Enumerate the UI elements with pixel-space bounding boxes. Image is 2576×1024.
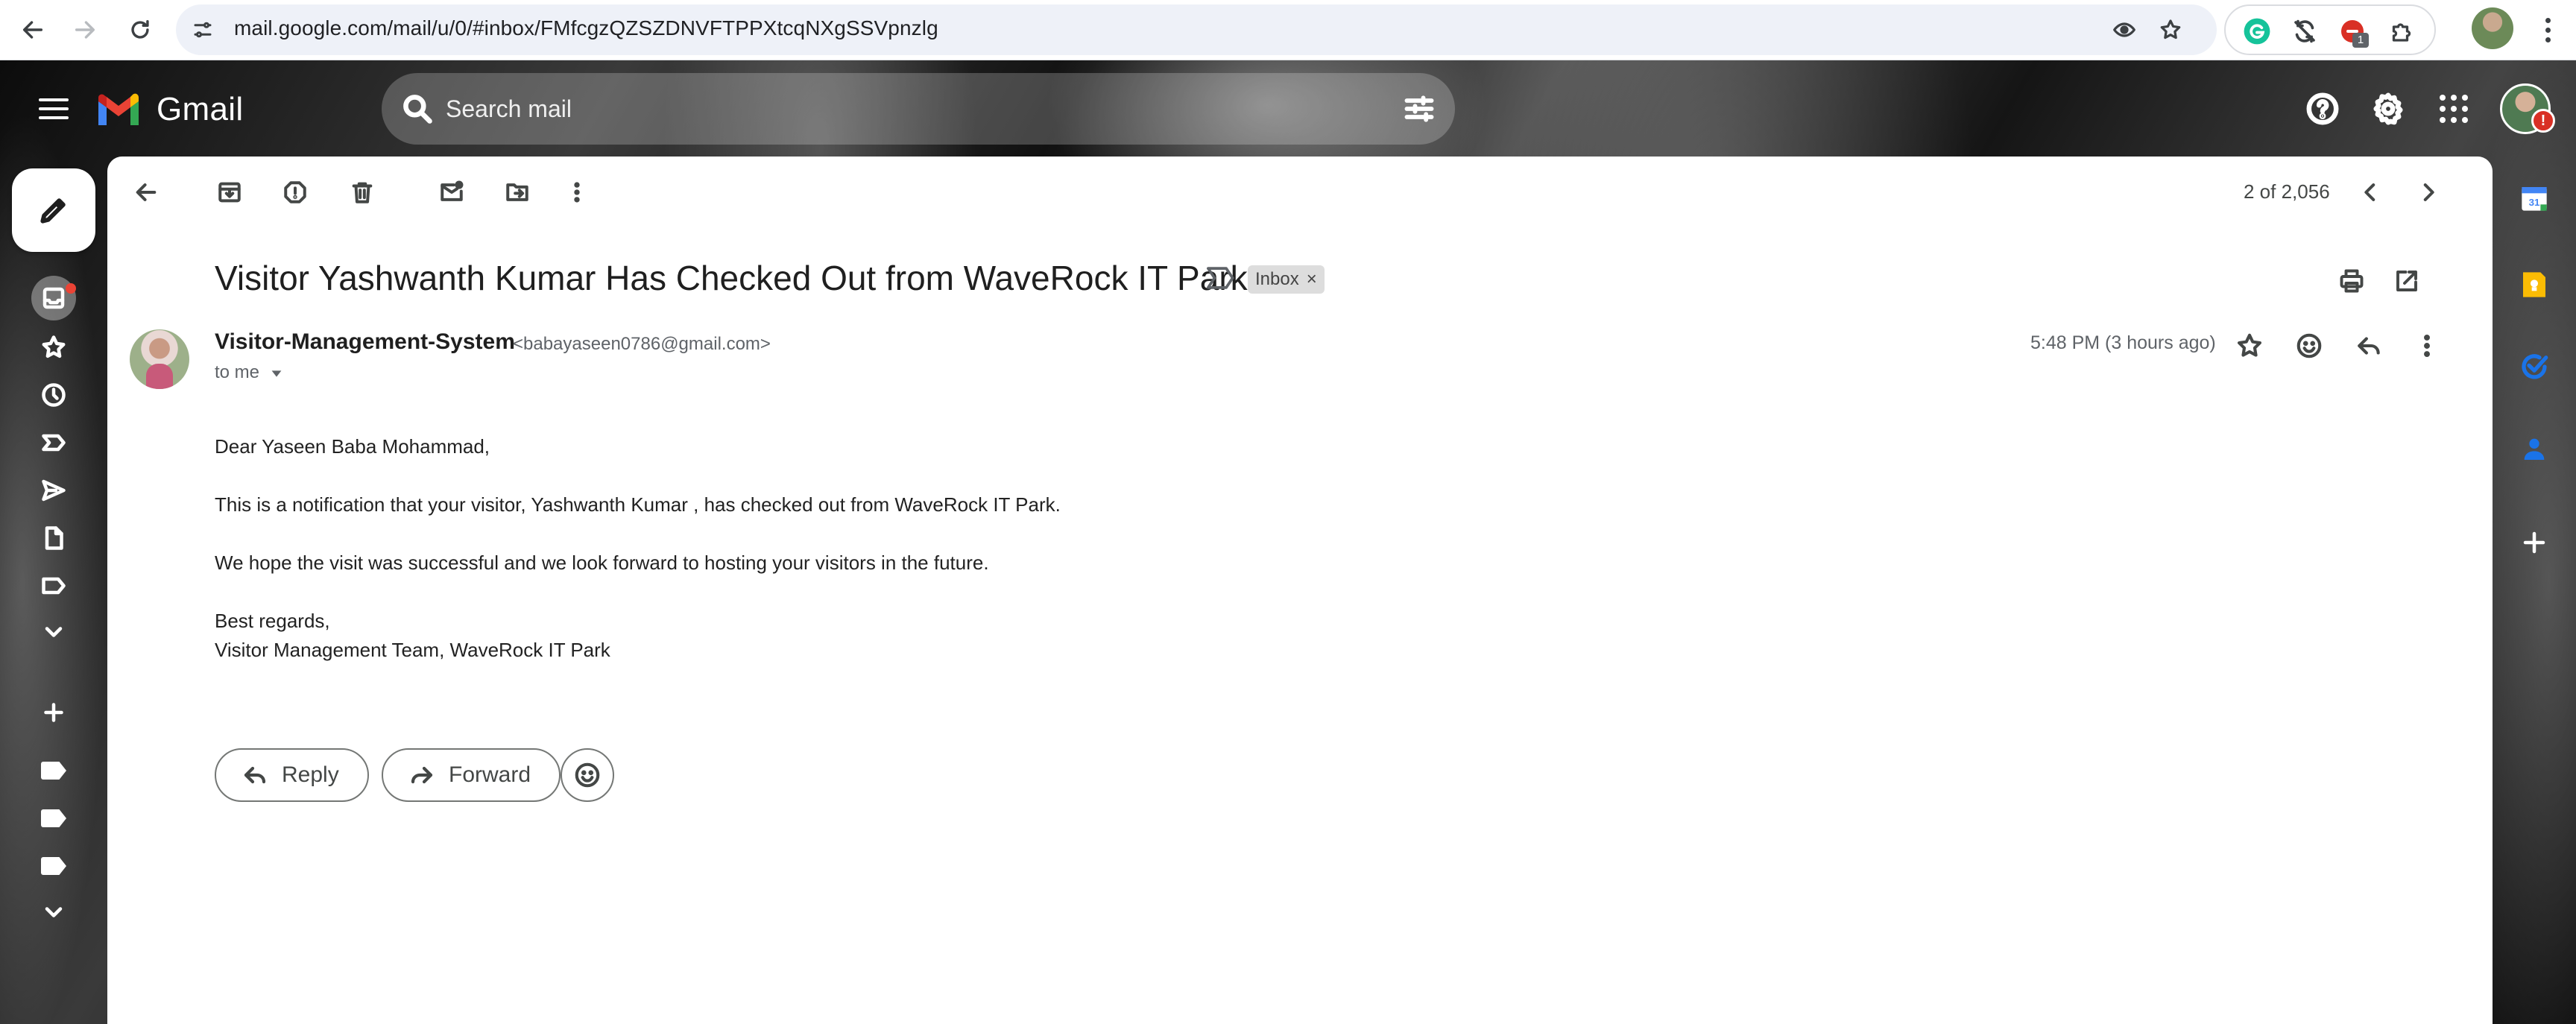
keep-icon[interactable] [2515, 265, 2554, 304]
label-outline-icon[interactable] [28, 566, 79, 605]
body-greeting: Dear Yaseen Baba Mohammad, [215, 435, 490, 458]
inbox-label-chip[interactable]: Inbox × [1248, 265, 1325, 294]
open-in-new-window-icon[interactable] [2388, 262, 2425, 300]
star-icon[interactable] [2230, 326, 2269, 365]
back-to-inbox-icon[interactable] [128, 174, 164, 210]
body-signature: Visitor Management Team, WaveRock IT Par… [215, 639, 610, 661]
email-toolbar: 2 of 2,056 [107, 157, 2493, 228]
browser-toolbar: mail.google.com/mail/u/0/#inbox/FMfcgzQZ… [0, 0, 2576, 60]
url-text[interactable]: mail.google.com/mail/u/0/#inbox/FMfcgzQZ… [234, 16, 938, 40]
add-reaction-emoji-icon[interactable] [2290, 326, 2329, 365]
calendar-icon[interactable]: 31 [2515, 179, 2554, 218]
main-menu-icon[interactable] [33, 91, 75, 127]
gmail-wordmark[interactable]: Gmail [157, 91, 243, 128]
contacts-icon[interactable] [2515, 429, 2554, 468]
address-bar[interactable]: mail.google.com/mail/u/0/#inbox/FMfcgzQZ… [176, 4, 2217, 55]
sender-email: <babayaseen0786@gmail.com> [513, 334, 771, 354]
help-icon[interactable] [2303, 89, 2342, 128]
reply-arrow-icon [244, 766, 266, 784]
reply-button-label: Reply [282, 762, 339, 787]
reply-icon[interactable] [2349, 326, 2388, 365]
more-message-options-icon[interactable] [2408, 326, 2446, 365]
smiley-icon [575, 762, 600, 788]
move-to-folder-icon[interactable] [499, 174, 535, 210]
tasks-icon[interactable] [2515, 347, 2554, 386]
label-tag-icon[interactable] [28, 799, 79, 838]
chrome-profile-avatar[interactable] [2472, 7, 2513, 49]
search-icon[interactable] [401, 92, 434, 125]
recipient-details-caret-icon[interactable] [268, 365, 285, 382]
eye-slash-icon[interactable] [2108, 13, 2141, 46]
settings-gear-icon[interactable] [2369, 89, 2408, 128]
puzzle-extensions-icon[interactable] [2384, 13, 2419, 49]
side-panel: 31 [2493, 157, 2576, 1024]
snoozed-clock-icon[interactable] [28, 376, 79, 414]
back-arrow-icon[interactable] [12, 9, 54, 51]
email-body: Dear Yaseen Baba Mohammad, This is a not… [215, 432, 2302, 665]
important-icon[interactable] [28, 423, 79, 462]
emoji-reaction-button[interactable] [561, 748, 614, 802]
pagination-count: 2 of 2,056 [2244, 180, 2330, 203]
red-extension-icon[interactable]: 1 [2334, 13, 2370, 49]
bookmark-star-icon[interactable] [2154, 13, 2187, 46]
site-info-icon[interactable] [185, 12, 221, 48]
sender-avatar[interactable] [130, 329, 189, 389]
importance-marker-icon[interactable] [1206, 265, 1236, 291]
add-addon-plus-icon[interactable] [2515, 523, 2554, 562]
forward-arrow-icon[interactable] [64, 9, 106, 51]
chrome-menu-icon[interactable] [2531, 9, 2564, 51]
grammarly-icon[interactable] [2239, 13, 2275, 49]
recipient-text: to me [215, 362, 260, 382]
search-options-icon[interactable] [1403, 92, 1436, 125]
gmail-logo-icon[interactable] [95, 88, 142, 130]
print-icon[interactable] [2333, 262, 2370, 300]
forward-arrow-icon [411, 766, 433, 784]
inbox-icon[interactable] [31, 276, 76, 320]
compose-button[interactable] [12, 168, 95, 252]
svg-text:31: 31 [2529, 197, 2540, 208]
account-alert-badge: ! [2531, 109, 2555, 133]
label-tag-icon[interactable] [28, 751, 79, 790]
drafts-icon[interactable] [28, 519, 79, 557]
inbox-unread-dot [66, 283, 76, 294]
newer-chevron-left-icon[interactable] [2352, 174, 2388, 210]
search-input[interactable] [446, 92, 1340, 125]
create-label-plus-icon[interactable] [28, 693, 79, 732]
more-chevron-down-icon[interactable] [28, 613, 79, 651]
remove-label-icon[interactable]: × [1307, 269, 1317, 290]
sent-icon[interactable] [28, 471, 79, 510]
delete-trash-icon[interactable] [344, 174, 380, 210]
extensions-group: 1 [2224, 4, 2436, 55]
email-timestamp: 5:48 PM (3 hours ago) [2030, 332, 2216, 353]
labels-more-chevron-down-icon[interactable] [28, 893, 79, 932]
email-subject: Visitor Yashwanth Kumar Has Checked Out … [215, 259, 1248, 297]
label-tag-icon[interactable] [28, 847, 79, 885]
forward-button-label: Forward [449, 762, 531, 787]
body-paragraph: This is a notification that your visitor… [215, 493, 1061, 516]
sync-extension-icon[interactable] [2287, 13, 2323, 49]
older-chevron-right-icon[interactable] [2411, 174, 2446, 210]
archive-icon[interactable] [212, 174, 247, 210]
more-options-vertical-icon[interactable] [559, 174, 595, 210]
mark-unread-icon[interactable] [434, 174, 470, 210]
report-spam-icon[interactable] [277, 174, 313, 210]
body-paragraph: We hope the visit was successful and we … [215, 551, 989, 574]
search-bar [382, 73, 1455, 145]
sender-name[interactable]: Visitor-Management-System [215, 329, 515, 355]
extension-badge: 1 [2352, 33, 2369, 48]
email-view: 2 of 2,056 Visitor Yashwanth Kumar Has C… [107, 157, 2493, 1024]
reply-button[interactable]: Reply [215, 748, 369, 802]
starred-icon[interactable] [28, 328, 79, 367]
body-closing: Best regards, [215, 610, 330, 632]
forward-button[interactable]: Forward [382, 748, 561, 802]
google-apps-icon[interactable] [2434, 89, 2473, 128]
reload-icon[interactable] [119, 9, 161, 51]
inbox-label-text: Inbox [1255, 269, 1299, 289]
